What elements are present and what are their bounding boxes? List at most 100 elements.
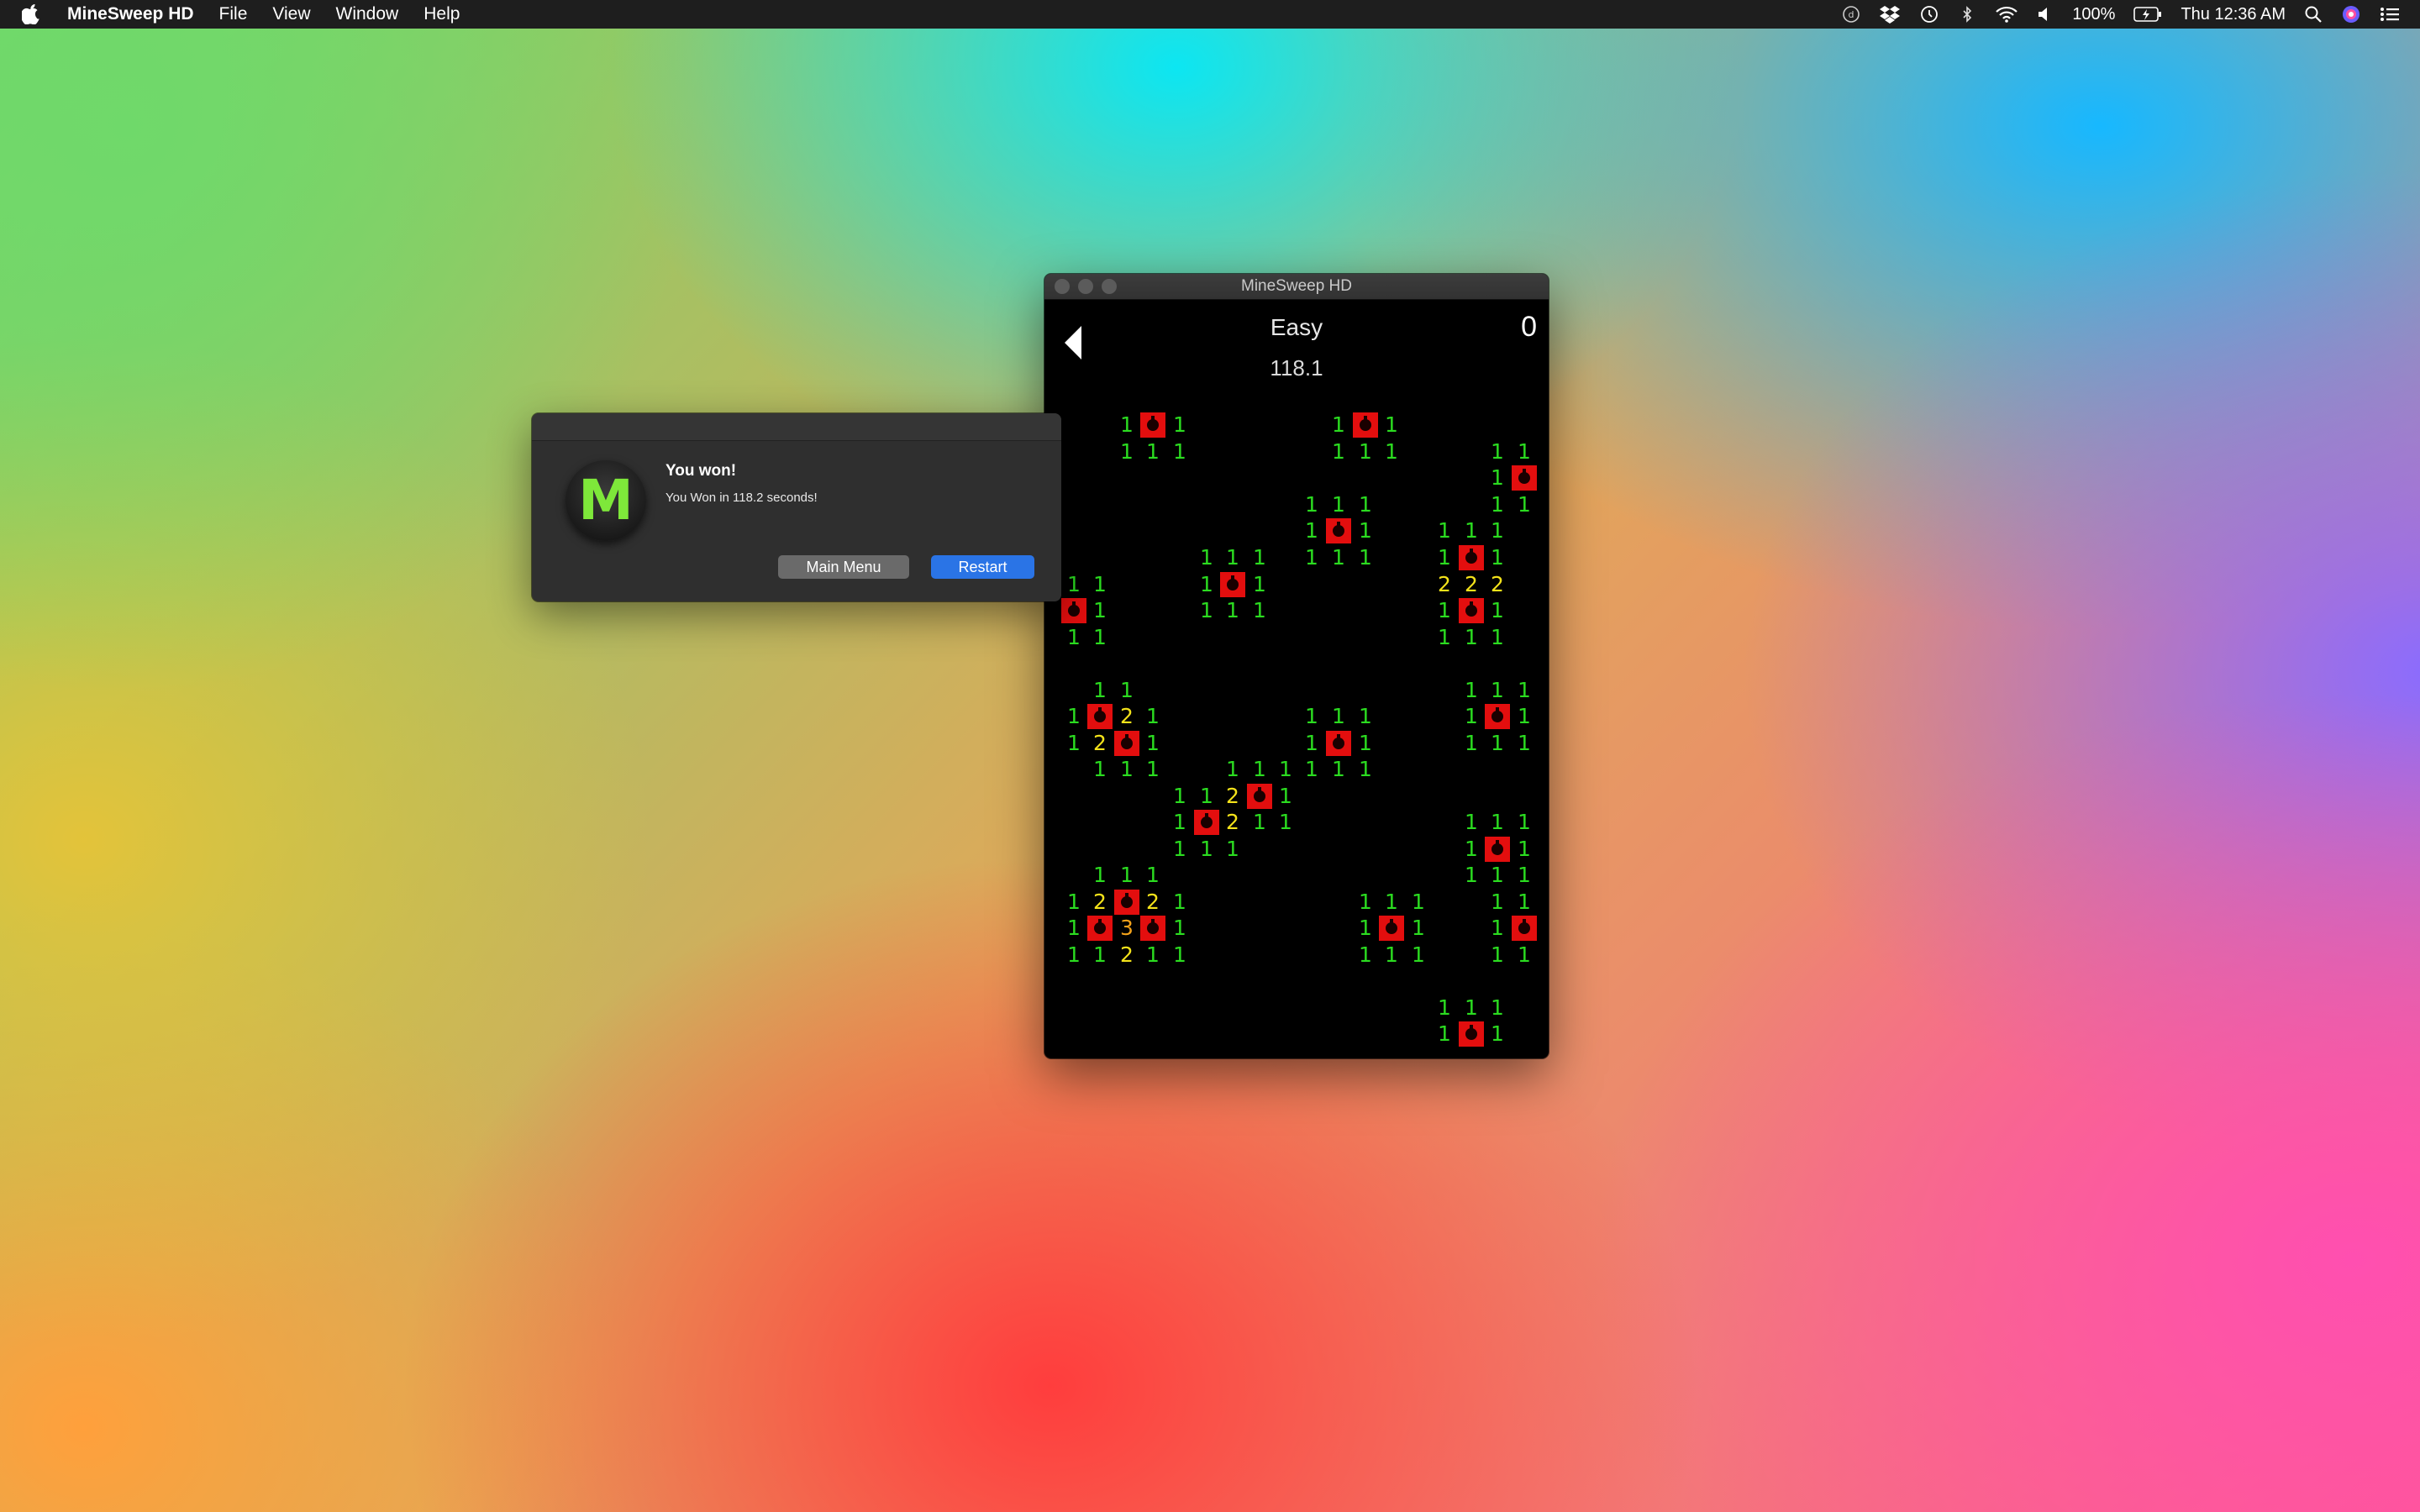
wifi-icon[interactable] [1995,5,2018,24]
cell-number[interactable]: 1 [1113,862,1140,889]
cell-number[interactable]: 1 [1219,756,1246,783]
cell-number[interactable]: 1 [1484,1021,1511,1047]
cell-number[interactable]: 1 [1166,809,1193,836]
cell-number[interactable]: 2 [1139,889,1166,916]
time-machine-icon[interactable] [1919,5,1939,24]
cell-number[interactable]: 1 [1219,836,1246,863]
cell-number[interactable]: 1 [1458,809,1485,836]
main-menu-button[interactable]: Main Menu [778,555,909,579]
cell-number[interactable]: 1 [1166,438,1193,465]
cell-number[interactable]: 1 [1511,677,1538,704]
cell-number[interactable]: 1 [1352,491,1379,518]
cell-number[interactable]: 1 [1086,624,1113,651]
cell-number[interactable]: 2 [1086,730,1113,757]
cell-number[interactable]: 1 [1193,571,1220,598]
cell-number[interactable]: 1 [1511,491,1538,518]
cell-number[interactable]: 1 [1060,624,1087,651]
cell-number[interactable]: 1 [1325,438,1352,465]
cell-number[interactable]: 1 [1113,756,1140,783]
cell-number[interactable]: 1 [1484,517,1511,544]
menu-window[interactable]: Window [336,4,399,24]
cell-number[interactable]: 1 [1086,756,1113,783]
cell-number[interactable]: 1 [1484,465,1511,491]
cell-number[interactable]: 1 [1325,703,1352,730]
cell-number[interactable]: 1 [1458,677,1485,704]
cell-number[interactable]: 1 [1166,889,1193,916]
spotlight-search-icon[interactable] [2304,5,2323,24]
cell-number[interactable]: 1 [1405,942,1432,969]
cell-number[interactable]: 1 [1458,517,1485,544]
cell-number[interactable]: 1 [1431,597,1458,624]
cell-number[interactable]: 1 [1458,995,1485,1021]
cell-number[interactable]: 1 [1086,942,1113,969]
cell-number[interactable]: 1 [1484,809,1511,836]
clock[interactable]: Thu 12:36 AM [2181,5,2286,24]
cell-number[interactable]: 1 [1378,412,1405,438]
cell-number[interactable]: 1 [1484,597,1511,624]
cell-number[interactable]: 1 [1458,624,1485,651]
cell-number[interactable]: 1 [1086,597,1113,624]
cell-number[interactable]: 1 [1298,517,1325,544]
cell-number[interactable]: 1 [1325,491,1352,518]
cell-number[interactable]: 1 [1352,544,1379,571]
cell-number[interactable]: 2 [1219,783,1246,810]
cell-number[interactable]: 1 [1060,703,1087,730]
cell-number[interactable]: 1 [1378,942,1405,969]
cell-number[interactable]: 1 [1246,756,1273,783]
cell-number[interactable]: 1 [1511,942,1538,969]
cell-number[interactable]: 1 [1246,597,1273,624]
cell-number[interactable]: 1 [1060,889,1087,916]
cell-number[interactable]: 1 [1139,438,1166,465]
cell-number[interactable]: 1 [1352,756,1379,783]
notification-center-icon[interactable] [2380,6,2400,23]
cell-number[interactable]: 2 [1458,571,1485,598]
cell-number[interactable]: 1 [1166,942,1193,969]
menu-file[interactable]: File [219,4,248,24]
cell-number[interactable]: 1 [1352,730,1379,757]
cell-number[interactable]: 1 [1484,677,1511,704]
cell-number[interactable]: 1 [1113,677,1140,704]
cell-number[interactable]: 1 [1193,836,1220,863]
cell-number[interactable]: 1 [1511,730,1538,757]
cell-number[interactable]: 1 [1246,544,1273,571]
cell-number[interactable]: 1 [1431,995,1458,1021]
menu-app-name[interactable]: MineSweep HD [67,4,194,24]
cell-number[interactable]: 1 [1113,412,1140,438]
apple-menu-icon[interactable] [22,4,50,24]
cell-number[interactable]: 1 [1511,703,1538,730]
restart-button[interactable]: Restart [931,555,1034,579]
cell-number[interactable]: 1 [1193,544,1220,571]
cell-number[interactable]: 1 [1113,438,1140,465]
cell-number[interactable]: 1 [1378,889,1405,916]
volume-icon[interactable] [2037,5,2054,24]
cell-number[interactable]: 1 [1484,889,1511,916]
cell-number[interactable]: 1 [1272,756,1299,783]
cell-number[interactable]: 2 [1113,942,1140,969]
dashlane-icon[interactable]: d [1842,5,1860,24]
cell-number[interactable]: 1 [1511,862,1538,889]
menu-help[interactable]: Help [424,4,460,24]
cell-number[interactable]: 1 [1298,703,1325,730]
window-titlebar[interactable]: MineSweep HD [1044,274,1549,300]
cell-number[interactable]: 1 [1484,624,1511,651]
dropbox-icon[interactable] [1879,5,1901,24]
cell-number[interactable]: 1 [1511,889,1538,916]
cell-number[interactable]: 1 [1166,783,1193,810]
cell-number[interactable]: 1 [1060,915,1087,942]
cell-number[interactable]: 2 [1086,889,1113,916]
cell-number[interactable]: 1 [1086,677,1113,704]
cell-number[interactable]: 1 [1219,544,1246,571]
cell-number[interactable]: 2 [1431,571,1458,598]
cell-number[interactable]: 1 [1060,942,1087,969]
cell-number[interactable]: 1 [1405,889,1432,916]
cell-number[interactable]: 1 [1325,544,1352,571]
cell-number[interactable]: 2 [1484,571,1511,598]
cell-number[interactable]: 1 [1511,438,1538,465]
cell-number[interactable]: 1 [1166,412,1193,438]
cell-number[interactable]: 1 [1325,412,1352,438]
cell-number[interactable]: 1 [1193,597,1220,624]
cell-number[interactable]: 1 [1484,544,1511,571]
cell-number[interactable]: 1 [1298,491,1325,518]
cell-number[interactable]: 1 [1484,730,1511,757]
cell-number[interactable]: 3 [1113,915,1140,942]
